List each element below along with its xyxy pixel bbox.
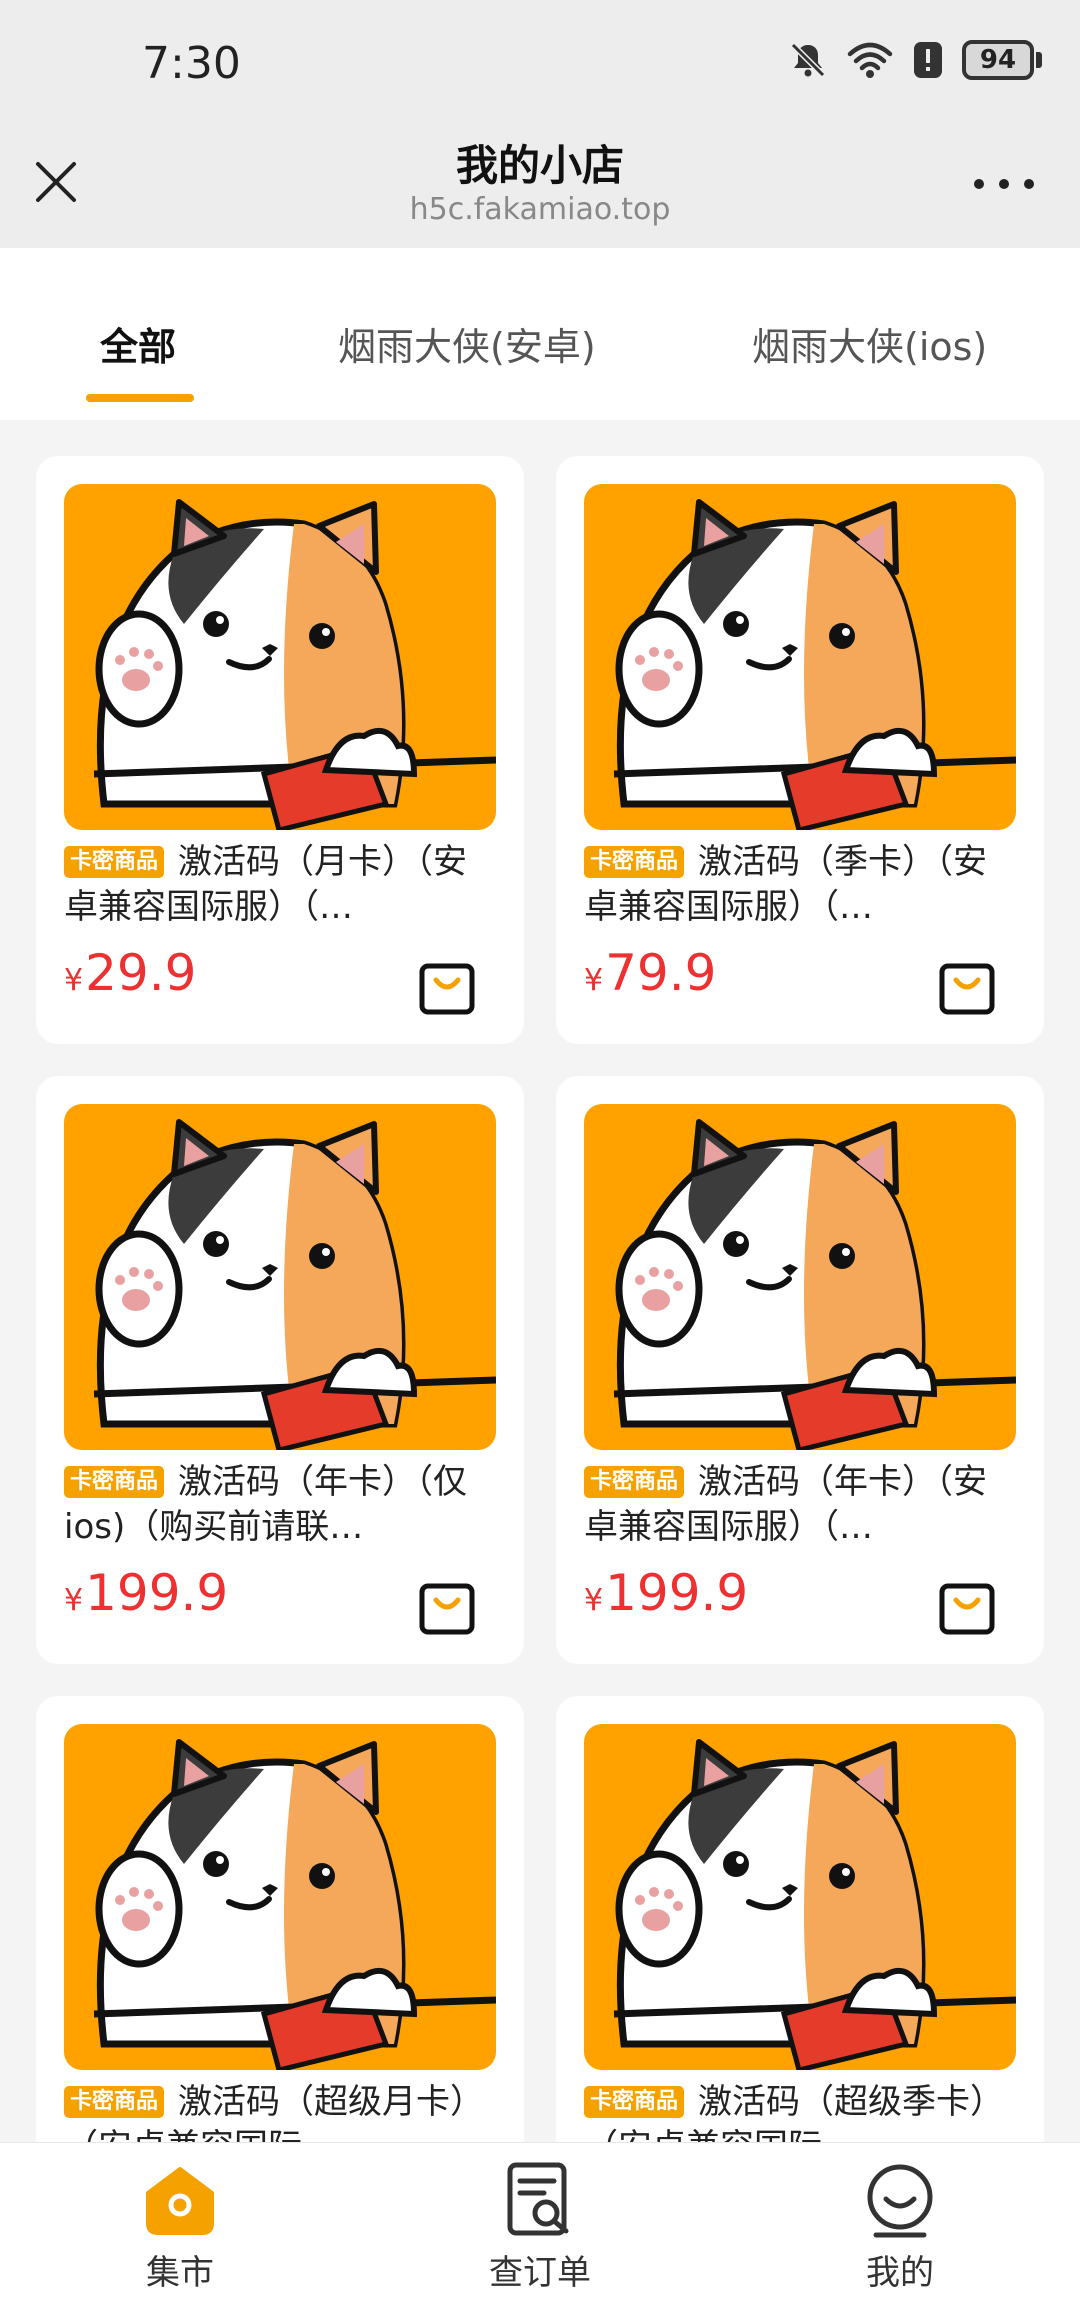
- status-icons: 94: [788, 40, 1042, 80]
- category-tabs: 全部 烟雨大侠(安卓) 烟雨大侠(ios): [0, 248, 1080, 420]
- lucky-cat-image: [93, 499, 496, 830]
- active-tab-indicator: [86, 394, 194, 402]
- product-card[interactable]: 卡密商品 激活码（年卡）（安卓兼容国际服）（… ¥199.9: [556, 1076, 1044, 1664]
- product-title: 卡密商品 激活码（月卡）（安卓兼容国际服）（…: [64, 840, 496, 930]
- product-image[interactable]: [64, 1104, 496, 1450]
- lucky-cat-image: [613, 499, 1016, 830]
- lucky-cat-image: [93, 1119, 496, 1450]
- product-type-badge: 卡密商品: [584, 2086, 685, 2118]
- order-search-icon: [507, 2162, 569, 2236]
- profile-icon: [867, 2164, 933, 2238]
- product-card[interactable]: 卡密商品 激活码（月卡）（安卓兼容国际服）（… ¥29.9: [36, 456, 524, 1044]
- product-price: ¥199.9: [64, 1564, 228, 1622]
- battery-level: 94: [962, 40, 1034, 80]
- battery-indicator: 94: [962, 40, 1042, 80]
- status-time: 7:30: [142, 38, 241, 89]
- currency-symbol: ¥: [64, 1583, 84, 1618]
- product-title: 卡密商品 激活码（年卡）（仅ios)（购买前请联…: [64, 1460, 496, 1550]
- wifi-icon: [847, 42, 893, 78]
- price-value: 199.9: [605, 1564, 749, 1622]
- more-menu-icon[interactable]: [974, 164, 1034, 204]
- product-price: ¥199.9: [584, 1564, 748, 1622]
- tab-android[interactable]: 烟雨大侠(安卓): [338, 316, 596, 371]
- product-type-badge: 卡密商品: [64, 1466, 165, 1498]
- product-title: 卡密商品激活码（超级季卡）（安卓兼容国际: [584, 2080, 1016, 2142]
- product-price: ¥79.9: [584, 944, 716, 1002]
- product-image[interactable]: [64, 1724, 496, 2070]
- tab-all[interactable]: 全部: [100, 316, 176, 371]
- product-image[interactable]: [64, 484, 496, 830]
- product-title: 卡密商品激活码（超级月卡）（安卓兼容国际: [64, 2080, 496, 2142]
- nav-label-market: 集市: [146, 2253, 214, 2293]
- price-value: 29.9: [85, 944, 197, 1002]
- page-title: 我的小店: [455, 141, 624, 190]
- product-grid: 卡密商品 激活码（月卡）（安卓兼容国际服）（… ¥29.9 卡密商品 激活码（季卡）（安…: [0, 420, 1080, 2142]
- tab-ios[interactable]: 烟雨大侠(ios): [752, 316, 987, 371]
- nav-item-profile[interactable]: 我的: [800, 2159, 1000, 2294]
- product-title: 卡密商品 激活码（年卡）（安卓兼容国际服）（…: [584, 1460, 1016, 1550]
- product-type-badge: 卡密商品: [584, 1466, 685, 1498]
- currency-symbol: ¥: [584, 1583, 604, 1618]
- alert-icon: [914, 42, 942, 78]
- nav-label-profile: 我的: [866, 2253, 934, 2293]
- status-bar: 7:30 94: [0, 0, 1080, 128]
- bottom-nav: 集市 查订单 我的: [0, 2142, 1080, 2310]
- product-image[interactable]: [584, 1104, 1016, 1450]
- mute-bell-icon: [790, 42, 826, 78]
- add-to-cart-icon[interactable]: [936, 956, 998, 1018]
- nav-item-orders[interactable]: 查订单: [440, 2159, 640, 2294]
- lucky-cat-image: [93, 1739, 496, 2070]
- title-bar: 我的小店 h5c.fakamiao.top: [0, 128, 1080, 248]
- product-type-badge: 卡密商品: [64, 846, 165, 878]
- lucky-cat-image: [613, 1739, 1016, 2070]
- home-icon: [146, 2167, 214, 2235]
- lucky-cat-image: [613, 1119, 1016, 1450]
- currency-symbol: ¥: [64, 963, 84, 998]
- product-price: ¥29.9: [64, 944, 196, 1002]
- nav-label-orders: 查订单: [489, 2253, 591, 2293]
- product-type-badge: 卡密商品: [64, 2086, 165, 2118]
- page-url: h5c.fakamiao.top: [409, 192, 671, 227]
- product-image[interactable]: [584, 484, 1016, 830]
- product-card[interactable]: 卡密商品 激活码（年卡）（仅ios)（购买前请联… ¥199.9: [36, 1076, 524, 1664]
- product-title: 卡密商品 激活码（季卡）（安卓兼容国际服）（…: [584, 840, 1016, 930]
- add-to-cart-icon[interactable]: [936, 1576, 998, 1638]
- add-to-cart-icon[interactable]: [416, 956, 478, 1018]
- product-card[interactable]: 卡密商品 激活码（季卡）（安卓兼容国际服）（… ¥79.9: [556, 456, 1044, 1044]
- price-value: 79.9: [605, 944, 717, 1002]
- product-type-badge: 卡密商品: [584, 846, 685, 878]
- price-value: 199.9: [85, 1564, 229, 1622]
- product-card[interactable]: 卡密商品激活码（超级季卡）（安卓兼容国际¥: [556, 1696, 1044, 2142]
- currency-symbol: ¥: [584, 963, 604, 998]
- add-to-cart-icon[interactable]: [416, 1576, 478, 1638]
- nav-item-market[interactable]: 集市: [80, 2159, 280, 2294]
- product-image[interactable]: [584, 1724, 1016, 2070]
- product-card[interactable]: 卡密商品激活码（超级月卡）（安卓兼容国际¥: [36, 1696, 524, 2142]
